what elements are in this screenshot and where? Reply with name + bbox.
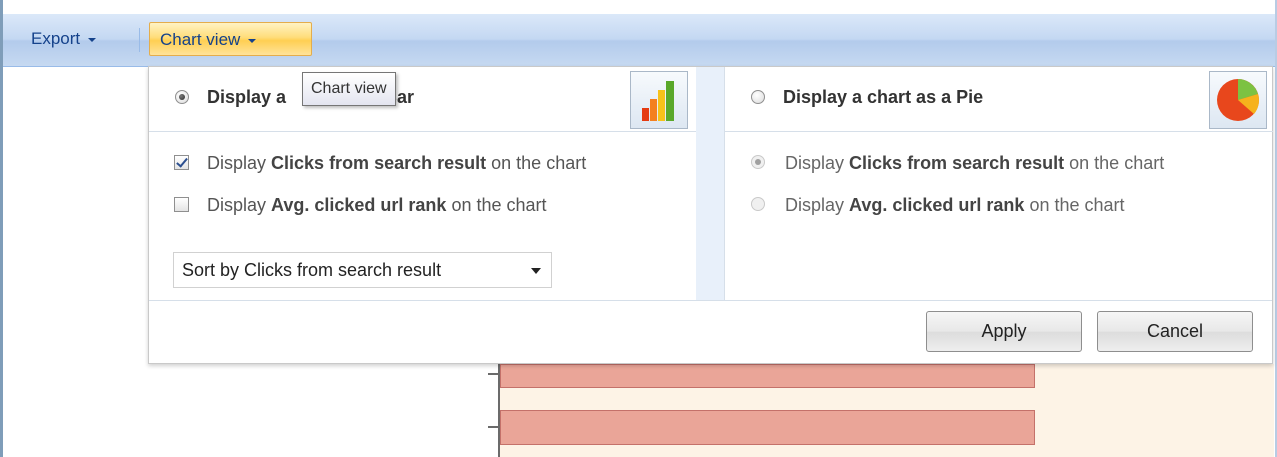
option-metric: Avg. clicked url rank — [849, 195, 1025, 215]
avg-rank-checkbox[interactable] — [174, 197, 189, 212]
bar-chart-label-prefix: Display a — [207, 87, 287, 107]
option-text: on the chart — [1064, 153, 1165, 173]
option-metric: Avg. clicked url rank — [271, 195, 447, 215]
option-text: on the chart — [486, 153, 587, 173]
chevron-down-icon — [248, 38, 257, 43]
pie-clicks-radio[interactable] — [751, 155, 765, 169]
bar-chart-header: Display a Bar — [149, 67, 696, 132]
column-divider — [696, 67, 724, 300]
chart-bar — [500, 410, 1035, 445]
option-text: on the chart — [1024, 195, 1125, 215]
pie-avg-rank-radio[interactable] — [751, 197, 765, 211]
toolbar: Export Chart view — [3, 14, 1275, 67]
chart-axis-tick — [488, 426, 498, 428]
export-button[interactable]: Export — [21, 22, 106, 56]
window-left-border — [0, 0, 3, 457]
sort-select[interactable]: Sort by Clicks from search result — [173, 252, 552, 288]
pie-chart-header: Display a chart as a Pie — [725, 67, 1273, 132]
apply-button[interactable]: Apply — [926, 311, 1082, 352]
sort-select-value: Sort by Clicks from search result — [182, 260, 442, 280]
pie-avg-rank-option-label[interactable]: Display Avg. clicked url rank on the cha… — [785, 195, 1125, 216]
chart-view-button[interactable]: Chart view — [149, 22, 312, 56]
chart-bar — [500, 364, 1035, 388]
window-top-margin — [0, 0, 1277, 14]
clicks-checkbox[interactable] — [174, 155, 189, 170]
avg-rank-option-label[interactable]: Display Avg. clicked url rank on the cha… — [207, 195, 547, 216]
option-text: Display — [785, 153, 850, 173]
pie-chart-label[interactable]: Display a chart as a Pie — [783, 87, 983, 108]
bar-chart-radio[interactable] — [175, 90, 189, 104]
pie-chart-icon-graphic — [1217, 79, 1259, 121]
pie-clicks-option-label[interactable]: Display Clicks from search result on the… — [785, 153, 1164, 174]
bar-chart-icon — [630, 71, 688, 129]
pie-chart-icon — [1209, 71, 1267, 129]
bar-chart-icon-graphic — [642, 81, 674, 121]
chart-view-label: Chart view — [160, 30, 241, 49]
option-text: Display — [207, 153, 272, 173]
panel-footer: Apply Cancel — [149, 300, 1272, 364]
chart-view-dropdown: Display a Bar Display Clicks from search … — [148, 66, 1273, 364]
cancel-button[interactable]: Cancel — [1097, 311, 1253, 352]
option-text: on the chart — [446, 195, 547, 215]
option-text: Display — [207, 195, 272, 215]
clicks-option-label[interactable]: Display Clicks from search result on the… — [207, 153, 586, 174]
export-label: Export — [31, 29, 81, 48]
pie-chart-column: Display a chart as a Pie Display Clicks … — [724, 67, 1273, 300]
chevron-down-icon — [531, 268, 541, 274]
toolbar-separator — [139, 28, 140, 52]
chart-view-tooltip: Chart view — [302, 72, 396, 106]
chart-axis-tick — [488, 373, 498, 375]
option-text: Display — [785, 195, 850, 215]
option-metric: Clicks from search result — [849, 153, 1065, 173]
chevron-down-icon — [88, 37, 97, 42]
bar-chart-column: Display a Bar Display Clicks from search … — [149, 67, 696, 300]
pie-chart-radio[interactable] — [751, 90, 765, 104]
option-metric: Clicks from search result — [271, 153, 487, 173]
